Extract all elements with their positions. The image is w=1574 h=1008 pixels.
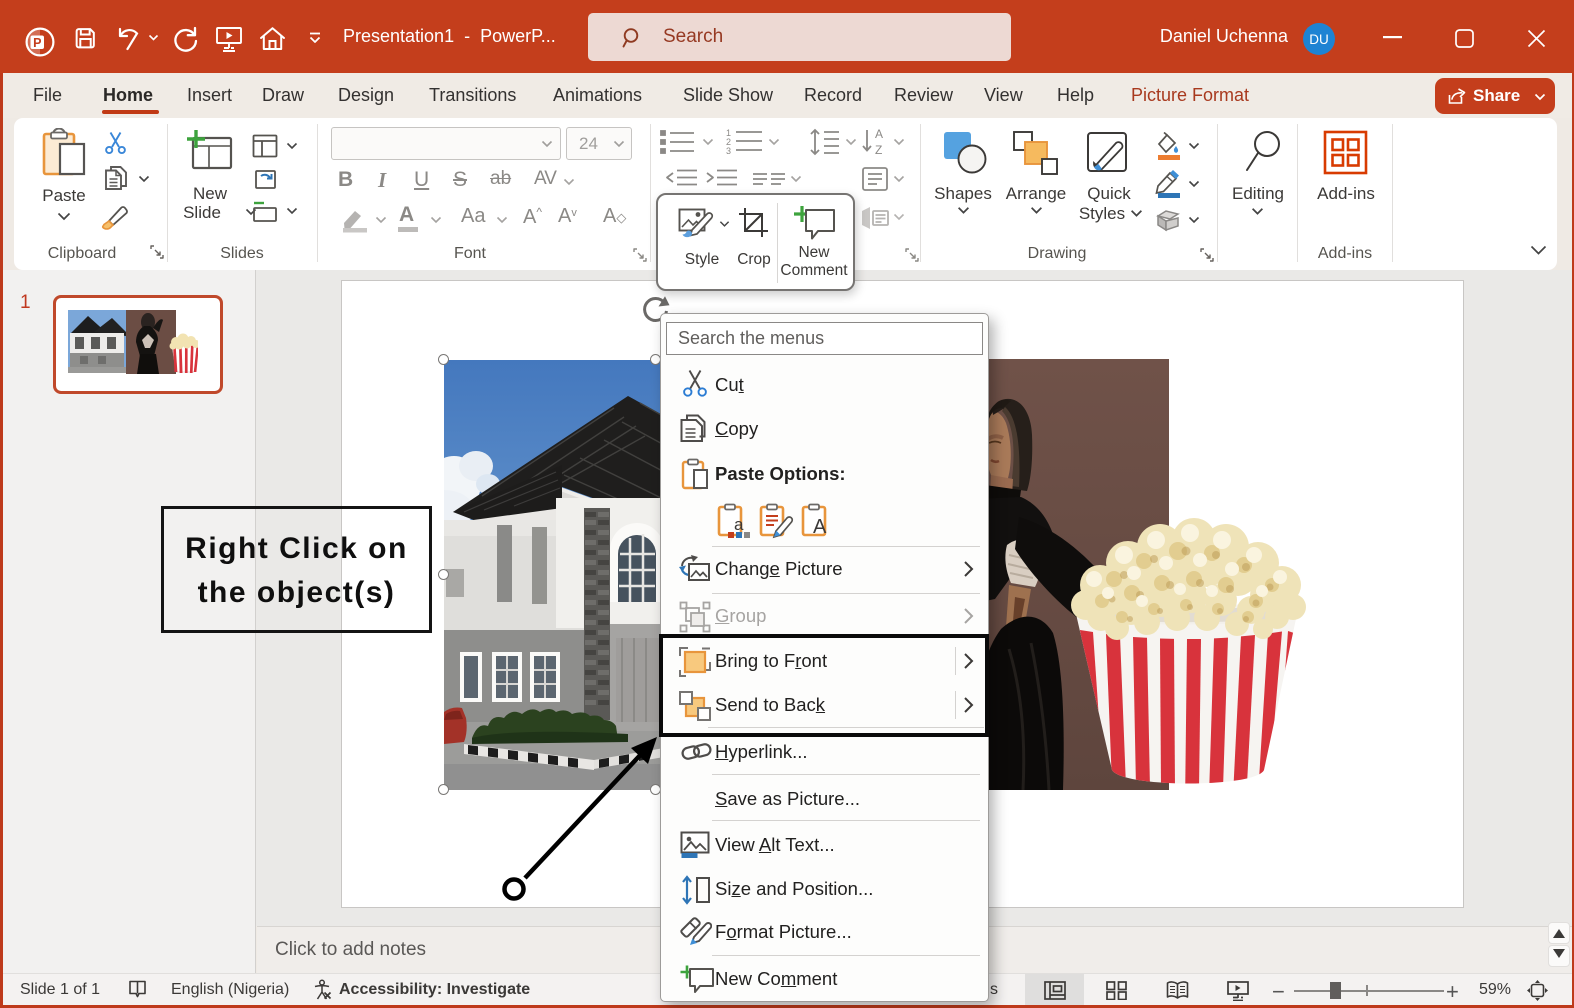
svg-text:Z: Z xyxy=(875,143,882,157)
svg-text:A: A xyxy=(875,127,883,141)
svg-text:3: 3 xyxy=(726,146,731,155)
svg-text:P: P xyxy=(33,36,41,50)
svg-text:a: a xyxy=(734,515,744,534)
svg-text:A: A xyxy=(813,516,827,538)
